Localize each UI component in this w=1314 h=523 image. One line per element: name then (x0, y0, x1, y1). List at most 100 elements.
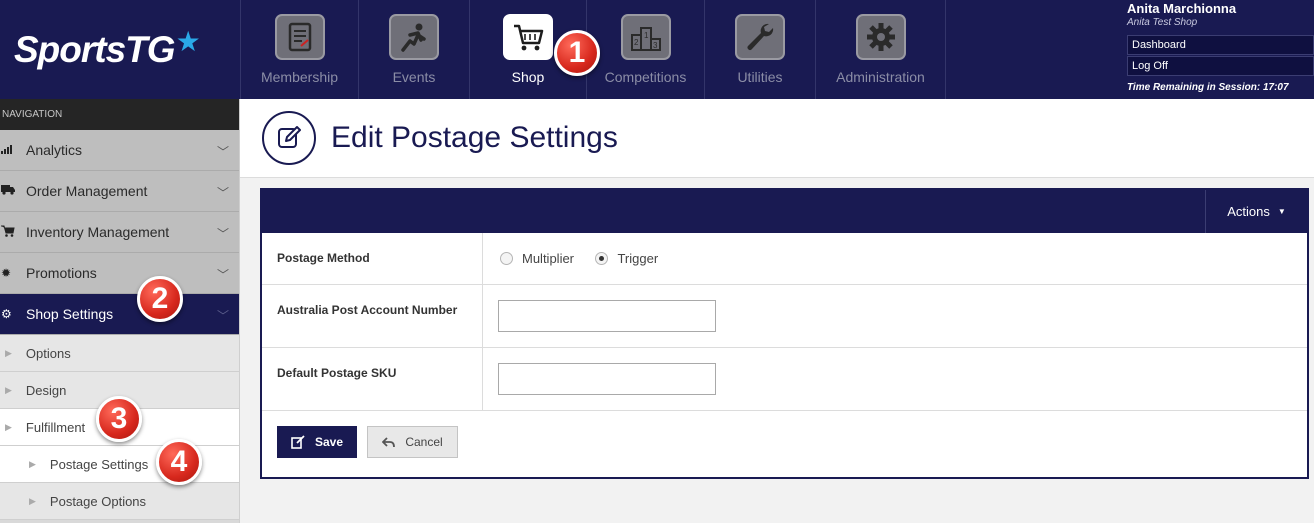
nav-membership[interactable]: Membership (240, 0, 358, 99)
wrench-icon (735, 14, 785, 60)
postage-method-row: Postage Method Multiplier Trigger (262, 233, 1307, 285)
chevron-down-icon: ﹀ (216, 227, 229, 241)
default-sku-row: Default Postage SKU (262, 348, 1307, 411)
page-title: Edit Postage Settings (331, 121, 618, 154)
ap-account-label: Australia Post Account Number (262, 285, 483, 347)
svg-text:3: 3 (653, 41, 658, 50)
sidebar-subitem-postage-settings[interactable]: ▶ Postage Settings (0, 446, 239, 483)
postage-method-options: Multiplier Trigger (483, 233, 1307, 284)
default-sku-label: Default Postage SKU (262, 348, 483, 410)
postage-settings-form: Actions ▼ Postage Method Multiplier Trig… (260, 188, 1309, 479)
ap-account-input[interactable] (498, 300, 716, 332)
cart-icon (0, 225, 26, 240)
sidebar-subitem-label: Fulfillment (25, 419, 86, 435)
truck-icon (0, 184, 26, 198)
membership-icon (274, 14, 325, 60)
top-bar: SportsTG ★ Membership Events Shop 1 2 3 … (0, 0, 1314, 99)
nav-administration[interactable]: Administration (815, 0, 946, 99)
cogs-icon: ⚙ (1, 307, 12, 321)
caret-right-icon: ▶ (5, 421, 12, 432)
step-badge-1: 1 (554, 30, 600, 76)
step-badge-4: 4 (156, 439, 202, 485)
sidebar-item-label: Shop Settings (26, 306, 114, 322)
nav-shop-label: Shop (511, 69, 545, 85)
sidebar-item-label: Analytics (26, 142, 83, 158)
podium-icon: 12 3 (620, 14, 671, 60)
main-content: Edit Postage Settings Actions ▼ Postage … (240, 99, 1314, 523)
caret-right-icon: ▶ (29, 495, 36, 506)
edit-icon (262, 111, 316, 165)
sidebar-item-order-management[interactable]: Order Management ﹀ (0, 171, 239, 212)
caret-right-icon: ▶ (5, 384, 12, 395)
user-name: Anita Marchionna (1127, 1, 1237, 16)
sidebar-subitem-label: Postage Options (49, 493, 147, 509)
sidebar-item-promotions[interactable]: ✹ Promotions ﹀ (0, 253, 239, 294)
default-sku-cell (483, 348, 1307, 410)
nav-competitions-label: Competitions (604, 69, 687, 85)
sidebar-subitem-label: Options (25, 345, 71, 361)
user-panel: Anita Marchionna Anita Test Shop Dashboa… (1124, 0, 1314, 99)
actions-dropdown[interactable]: Actions ▼ (1205, 190, 1307, 233)
dashboard-link[interactable]: Dashboard (1127, 35, 1314, 55)
radio-trigger-label: Trigger (617, 251, 659, 266)
panel-header: Actions ▼ (262, 190, 1307, 233)
nav-administration-label: Administration (836, 69, 925, 85)
radio-multiplier[interactable]: Multiplier (500, 251, 574, 266)
undo-arrow-icon (382, 436, 396, 448)
gear-icon (855, 14, 906, 60)
nav-utilities-label: Utilities (737, 69, 783, 85)
events-icon (389, 14, 439, 60)
shop-cart-icon (503, 14, 553, 60)
sidebar-subitem-label: Design (25, 382, 67, 398)
nav-utilities[interactable]: Utilities (704, 0, 815, 99)
sidebar-item-inventory-management[interactable]: Inventory Management ﹀ (0, 212, 239, 253)
save-label: Save (314, 435, 344, 449)
burst-icon: ✹ (1, 266, 12, 280)
svg-text:1: 1 (644, 31, 649, 40)
chevron-down-icon: ﹀ (216, 268, 229, 282)
caret-right-icon: ▶ (5, 347, 12, 358)
caret-down-icon: ▼ (1277, 207, 1286, 216)
step-badge-3: 3 (96, 396, 142, 442)
sidebar-item-label: Order Management (26, 183, 148, 199)
sidebar-item-analytics[interactable]: Analytics ﹀ (0, 130, 239, 171)
sidebar-item-label: Promotions (26, 265, 97, 281)
sidebar-item-label: Inventory Management (26, 224, 170, 240)
sidebar: NAVIGATION Analytics ﹀ Order Management … (0, 99, 240, 523)
sportstg-logo[interactable]: SportsTG ★ (0, 0, 240, 99)
sidebar-subitem-label: Postage Settings (49, 456, 149, 472)
logo-star-icon: ★ (175, 26, 201, 57)
sidebar-subitem-postage-options[interactable]: ▶ Postage Options (0, 483, 239, 520)
ap-account-cell (483, 285, 1307, 347)
nav-events[interactable]: Events (358, 0, 469, 99)
form-buttons: Save Cancel (262, 411, 1307, 477)
save-button[interactable]: Save (277, 426, 357, 458)
bar-chart-icon (0, 143, 26, 157)
nav-competitions[interactable]: 12 3 Competitions (586, 0, 704, 99)
actions-label: Actions (1227, 204, 1270, 219)
radio-checked-icon (595, 252, 609, 265)
user-shop-name: Anita Test Shop (1127, 17, 1198, 28)
sidebar-item-shop-settings[interactable]: ⚙ Shop Settings ﹀ (0, 294, 239, 335)
sidebar-subitem-options[interactable]: ▶ Options (0, 335, 239, 372)
edit-square-icon (291, 435, 305, 449)
step-badge-2: 2 (137, 276, 183, 322)
chevron-down-icon: ﹀ (216, 309, 229, 323)
page-header: Edit Postage Settings (240, 99, 1314, 178)
svg-text:2: 2 (634, 38, 639, 47)
sidebar-heading: NAVIGATION (0, 99, 239, 130)
ap-account-row: Australia Post Account Number (262, 285, 1307, 348)
radio-circle-icon (500, 252, 513, 265)
caret-right-icon: ▶ (29, 458, 36, 469)
default-sku-input[interactable] (498, 363, 716, 395)
chevron-down-icon: ﹀ (216, 145, 229, 159)
logo-text: SportsTG (14, 28, 176, 70)
radio-multiplier-label: Multiplier (522, 251, 575, 266)
radio-trigger[interactable]: Trigger (595, 251, 658, 266)
cancel-label: Cancel (405, 435, 443, 449)
postage-method-label: Postage Method (262, 233, 483, 284)
nav-events-label: Events (392, 69, 436, 85)
session-timer: Time Remaining in Session: 17:07 (1127, 82, 1289, 93)
logoff-link[interactable]: Log Off (1127, 56, 1314, 76)
cancel-button[interactable]: Cancel (367, 426, 458, 458)
